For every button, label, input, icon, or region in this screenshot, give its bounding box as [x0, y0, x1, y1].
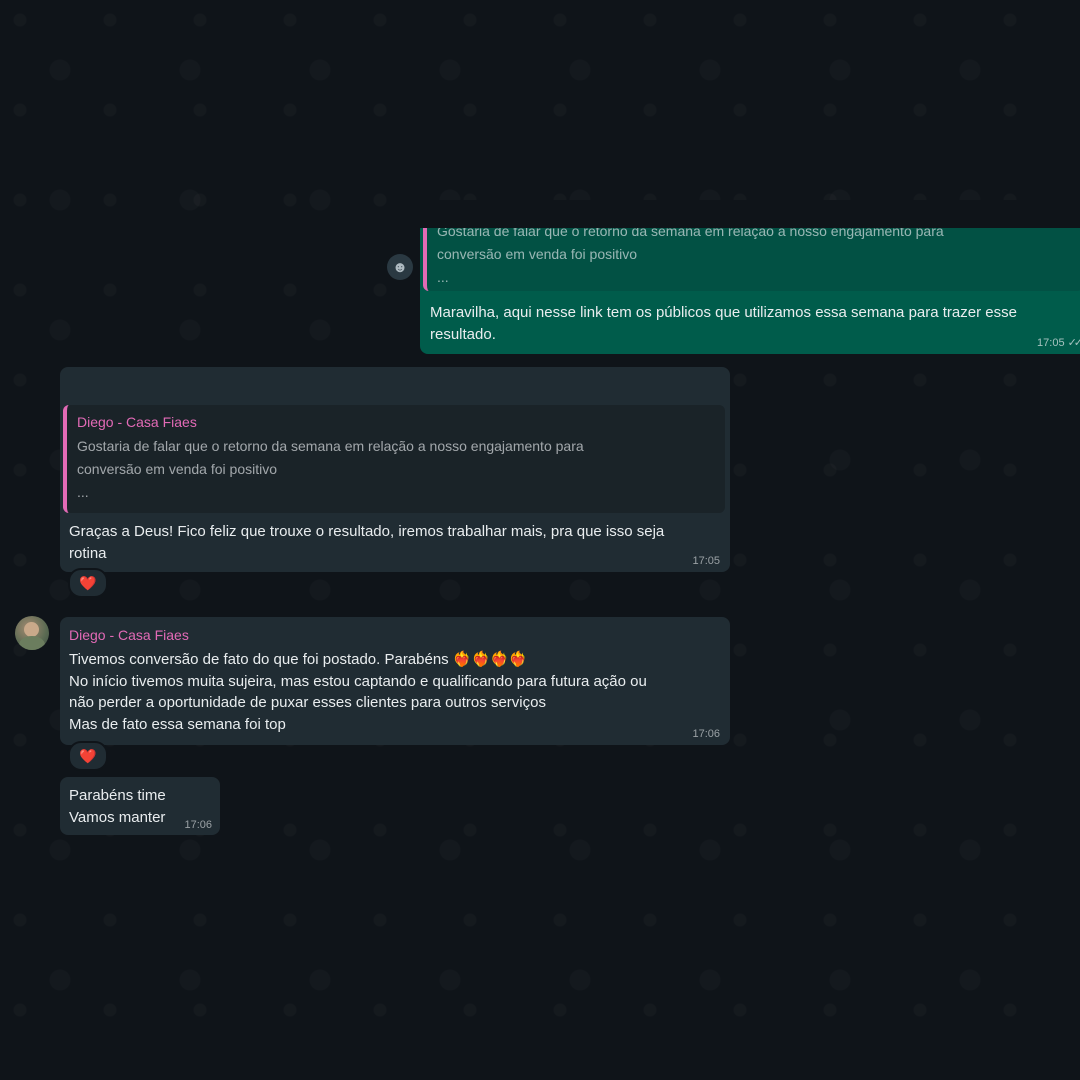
message-text: Parabéns time Vamos manter: [69, 787, 166, 826]
heart-reaction: ❤️: [79, 747, 97, 764]
double-check-icon: ✓✓: [1067, 337, 1080, 349]
quoted-message[interactable]: Diego - Casa Fiaes Gostaria de falar que…: [63, 405, 725, 513]
incoming-message[interactable]: Diego - Casa Fiaes Gostaria de falar que…: [60, 367, 730, 572]
incoming-message[interactable]: Parabéns time Vamos manter 17:06: [60, 777, 220, 835]
message-timestamp: 17:06: [692, 728, 720, 740]
message-text: Graças a Deus! Fico feliz que trouxe o r…: [69, 523, 665, 562]
message-reaction[interactable]: ❤️: [68, 741, 108, 771]
message-reaction[interactable]: ❤️: [68, 568, 108, 598]
emoji-reaction-button[interactable]: ☻: [387, 254, 413, 280]
message-text: Maravilha, aqui nesse link tem os públic…: [430, 304, 1017, 343]
sender-name: Diego - Casa Fiaes: [69, 627, 189, 643]
avatar[interactable]: [15, 616, 49, 650]
message-timestamp: 17:05: [1037, 337, 1065, 349]
quoted-sender-name: Diego - Casa Fiaes: [77, 414, 197, 430]
heart-reaction: ❤️: [79, 574, 97, 591]
message-text: Tivemos conversão de fato do que foi pos…: [69, 651, 647, 733]
message-timestamp: 17:05: [692, 555, 720, 567]
message-time: 17:05 ✓✓: [1037, 336, 1080, 349]
quoted-message-text: Gostaria de falar que o retorno da seman…: [437, 223, 944, 285]
avatar-body: [19, 636, 45, 650]
quoted-message-text: Gostaria de falar que o retorno da seman…: [77, 438, 584, 500]
incoming-message[interactable]: Diego - Casa Fiaes Tivemos conversão de …: [60, 617, 730, 745]
message-timestamp: 17:06: [184, 819, 212, 831]
smiley-icon: ☻: [392, 258, 408, 276]
avatar-face: [24, 622, 39, 637]
scroll-clip: [420, 200, 1080, 228]
